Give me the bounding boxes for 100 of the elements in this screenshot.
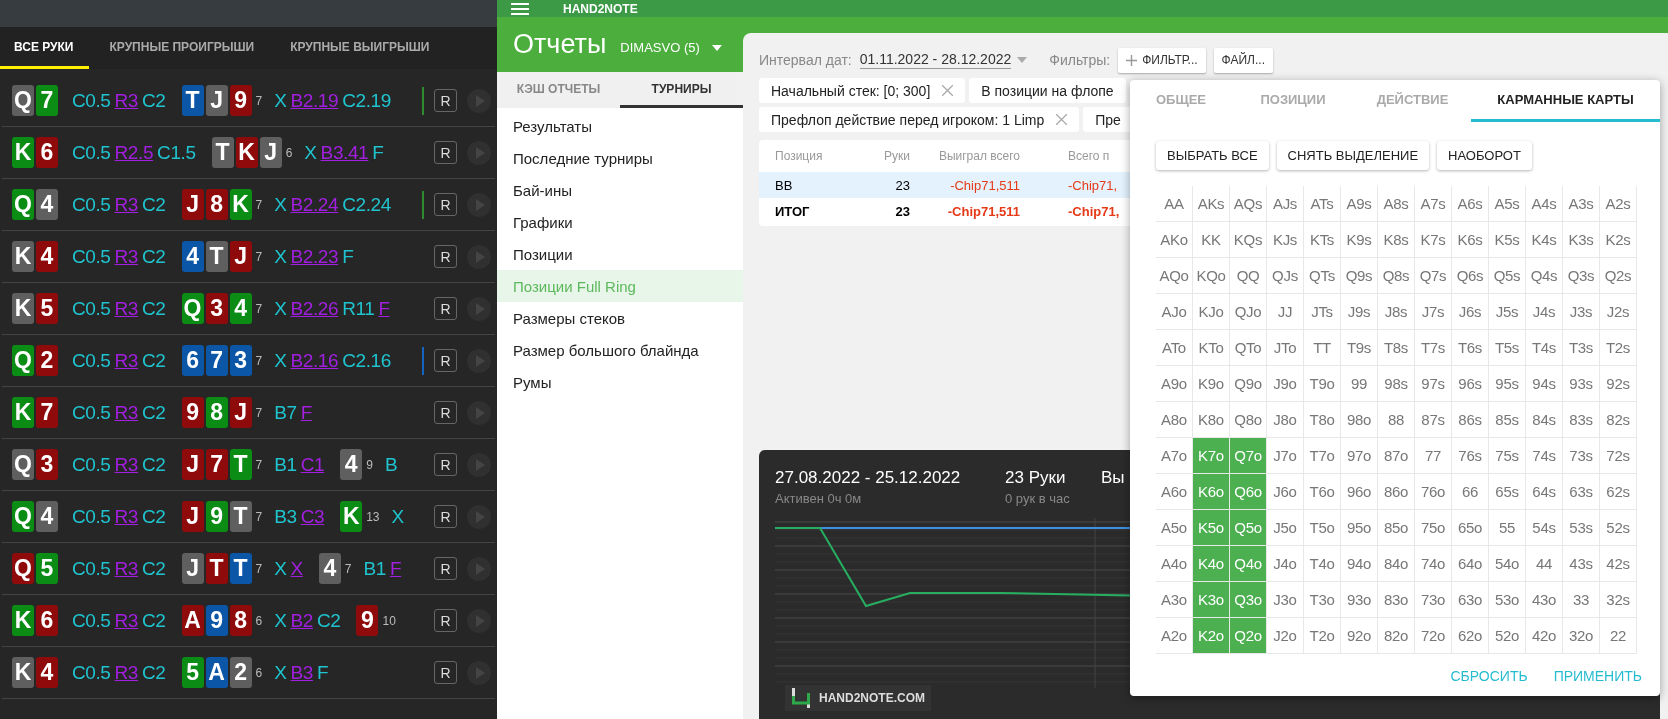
hand-cell[interactable]: J8o [1267, 402, 1304, 438]
hand-cell[interactable]: 76s [1452, 438, 1489, 474]
hand-cell[interactable]: J6s [1452, 294, 1489, 330]
action-link[interactable]: R2.5 [114, 141, 154, 164]
hand-cell[interactable]: A4s [1526, 186, 1563, 222]
hand-cell[interactable]: Q2o [1230, 618, 1267, 654]
hand-cell[interactable]: Q9s [1341, 258, 1378, 294]
hand-cell[interactable]: T2o [1304, 618, 1341, 654]
hand-cell[interactable]: 32o [1563, 618, 1600, 654]
hand-cell[interactable]: K2s [1600, 222, 1637, 258]
hand-cell[interactable]: 82o [1378, 618, 1415, 654]
hand-cell[interactable]: Q5s [1489, 258, 1526, 294]
hand-cell[interactable]: 85s [1489, 402, 1526, 438]
file-button[interactable]: ФАЙЛ... [1213, 47, 1273, 73]
hand-cell[interactable]: 88 [1378, 402, 1415, 438]
hand-cell[interactable]: 33 [1563, 582, 1600, 618]
hand-cell[interactable]: AA [1156, 186, 1193, 222]
action-button[interactable]: ВЫБРАТЬ ВСЕ [1156, 141, 1269, 170]
hand-cell[interactable]: JTs [1304, 294, 1341, 330]
play-icon[interactable] [467, 192, 491, 217]
hand-cell[interactable]: Q5o [1230, 510, 1267, 546]
action-link[interactable]: R3 [114, 245, 139, 268]
hand-cell[interactable]: J9o [1267, 366, 1304, 402]
hand-cell[interactable]: 98o [1341, 402, 1378, 438]
hand-cell[interactable]: 65s [1489, 474, 1526, 510]
action-link[interactable]: B2.23 [290, 245, 339, 268]
action-link[interactable]: R3 [114, 193, 139, 216]
nav-item[interactable]: Результаты [497, 110, 743, 142]
action-link[interactable]: R3 [114, 609, 139, 632]
hand-cell[interactable]: K9s [1341, 222, 1378, 258]
play-icon[interactable] [467, 452, 491, 477]
action-link[interactable]: B3 [290, 661, 313, 684]
profile-dropdown[interactable]: DIMASVO (5) [620, 34, 722, 55]
hand-cell[interactable]: J5o [1267, 510, 1304, 546]
hand-cell[interactable]: 62s [1600, 474, 1637, 510]
hand-cell[interactable]: 42o [1526, 618, 1563, 654]
hand-cell[interactable]: J9s [1341, 294, 1378, 330]
hand-cell[interactable]: K4o [1193, 546, 1230, 582]
hand-cell[interactable]: KJo [1193, 294, 1230, 330]
hand-cell[interactable]: KQo [1193, 258, 1230, 294]
action-link[interactable]: R3 [114, 661, 139, 684]
hand-cell[interactable]: Q3s [1563, 258, 1600, 294]
action-link[interactable]: R3 [114, 297, 139, 320]
hand-cell[interactable]: K3s [1563, 222, 1600, 258]
hand-cell[interactable]: 74o [1415, 546, 1452, 582]
hand-cell[interactable]: A2s [1600, 186, 1637, 222]
tab[interactable]: КАРМАННЫЕ КАРТЫ [1471, 80, 1660, 122]
replay-button[interactable]: R [434, 141, 457, 164]
hand-cell[interactable]: K6o [1193, 474, 1230, 510]
hand-cell[interactable]: 52o [1489, 618, 1526, 654]
hand-cell[interactable]: 93o [1341, 582, 1378, 618]
hand-cell[interactable]: 92s [1600, 366, 1637, 402]
hand-cell[interactable]: Q6s [1452, 258, 1489, 294]
hand-cell[interactable]: A7s [1415, 186, 1452, 222]
hand-cell[interactable]: QTs [1304, 258, 1341, 294]
hand-cell[interactable]: J3s [1563, 294, 1600, 330]
hand-cell[interactable]: 72s [1600, 438, 1637, 474]
replay-button[interactable]: R [434, 297, 457, 320]
menu-icon[interactable] [511, 2, 529, 15]
hand-cell[interactable]: J5s [1489, 294, 1526, 330]
hand-cell[interactable]: Q4o [1230, 546, 1267, 582]
action-link[interactable]: R3 [114, 453, 139, 476]
hand-cell[interactable]: K5o [1193, 510, 1230, 546]
nav-item[interactable]: Графики [497, 206, 743, 238]
hand-cell[interactable]: 83s [1563, 402, 1600, 438]
filter-chip[interactable]: Префлоп действие перед игроком: 1 Limp [759, 107, 1080, 132]
hand-cell[interactable]: 73o [1415, 582, 1452, 618]
action-link[interactable]: X [290, 557, 303, 580]
hand-cell[interactable]: T4s [1526, 330, 1563, 366]
hand-cell[interactable]: J7s [1415, 294, 1452, 330]
hand-cell[interactable]: 32s [1600, 582, 1637, 618]
hand-cell[interactable]: T6s [1452, 330, 1489, 366]
hand-cell[interactable]: 42s [1600, 546, 1637, 582]
hand-cell[interactable]: 63o [1452, 582, 1489, 618]
hand-cell[interactable]: 44 [1526, 546, 1563, 582]
hand-cell[interactable]: QQ [1230, 258, 1267, 294]
hand-cell[interactable]: AKs [1193, 186, 1230, 222]
play-icon[interactable] [467, 88, 491, 113]
close-icon[interactable] [1056, 114, 1068, 125]
hand-cell[interactable]: T7s [1415, 330, 1452, 366]
hand-cell[interactable]: T3s [1563, 330, 1600, 366]
hand-cell[interactable]: 66 [1452, 474, 1489, 510]
hand-cell[interactable]: T2s [1600, 330, 1637, 366]
hand-cell[interactable]: 97s [1415, 366, 1452, 402]
hand-cell[interactable]: 97o [1341, 438, 1378, 474]
replay-button[interactable]: R [434, 349, 457, 372]
filter-chip[interactable]: В позиции на флопе [969, 78, 1126, 103]
action-link[interactable]: R3 [114, 349, 139, 372]
play-icon[interactable] [467, 660, 491, 685]
hand-cell[interactable]: J2s [1600, 294, 1637, 330]
hand-cell[interactable]: 22 [1600, 618, 1637, 654]
hand-cell[interactable]: 53o [1489, 582, 1526, 618]
add-filter-button[interactable]: ФИЛЬТР... [1118, 47, 1206, 73]
hand-cell[interactable]: T9s [1341, 330, 1378, 366]
hand-cell[interactable]: K7s [1415, 222, 1452, 258]
tab[interactable]: КЭШ ОТЧЕТЫ [497, 72, 620, 108]
nav-item[interactable]: Позиции [497, 238, 743, 270]
hand-cell[interactable]: 85o [1378, 510, 1415, 546]
hand-cell[interactable]: 96o [1341, 474, 1378, 510]
action-link[interactable]: R3 [114, 505, 139, 528]
